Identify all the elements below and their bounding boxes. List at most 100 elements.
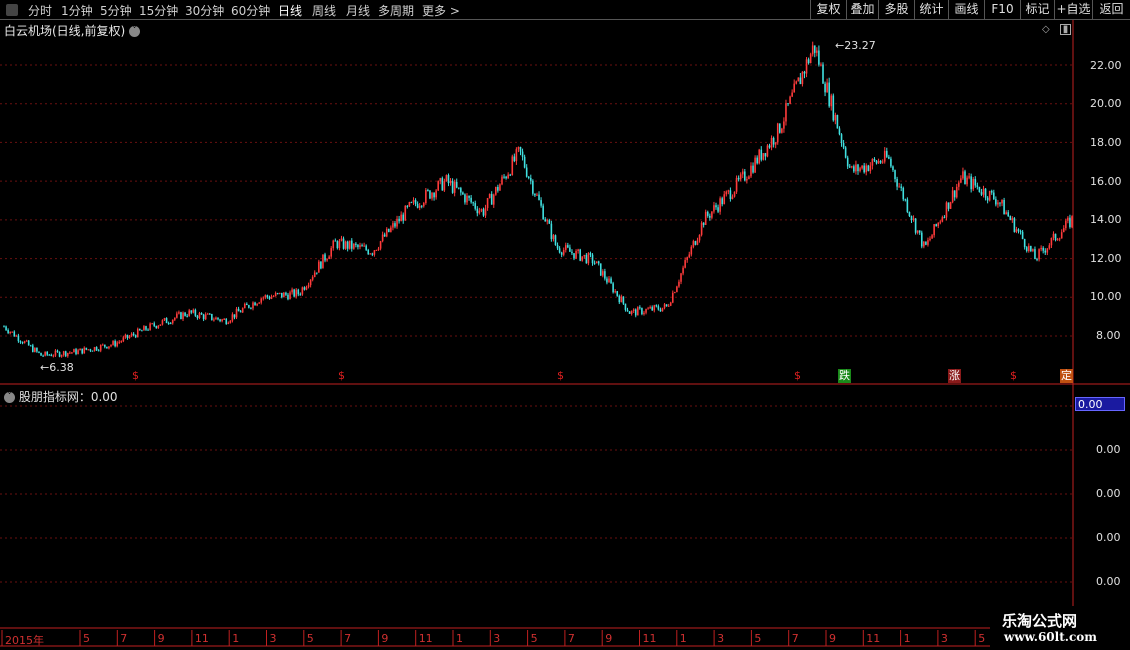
menu-circle-icon[interactable] — [6, 4, 18, 16]
y-tick-18: 18.00 — [1090, 136, 1122, 149]
tab-multi-period[interactable]: 多周期 — [378, 2, 414, 19]
stats-button[interactable]: 统计 — [914, 0, 948, 19]
candle-body — [400, 214, 402, 222]
candle-body — [449, 180, 452, 184]
tab-30min[interactable]: 30分钟 — [185, 2, 224, 19]
candle-body — [610, 278, 612, 284]
candle-body — [993, 192, 995, 200]
candle-body — [766, 145, 769, 157]
signal-rise-badge[interactable]: 涨 — [948, 369, 961, 383]
diamond-icon[interactable]: ◇ — [1042, 24, 1050, 35]
candle-body — [73, 349, 75, 353]
candle-body — [161, 320, 164, 325]
candle-body — [451, 180, 454, 193]
candle-body — [46, 351, 49, 355]
signal-marker[interactable]: $ — [794, 369, 801, 383]
candle-body — [239, 311, 242, 313]
candle-body — [834, 114, 837, 121]
candle-body — [268, 297, 271, 299]
candle-body — [1052, 233, 1055, 238]
candle-body — [309, 279, 312, 286]
signal-marker[interactable]: $ — [338, 369, 345, 383]
signal-fixed-badge[interactable]: 定 — [1060, 369, 1073, 383]
back-button[interactable]: 返回 — [1092, 0, 1130, 19]
signal-marker[interactable]: $ — [132, 369, 139, 383]
candle-body — [301, 287, 304, 295]
tab-5min[interactable]: 5分钟 — [100, 2, 132, 19]
candle-body — [163, 318, 166, 321]
signal-fall-badge[interactable]: 跌 — [838, 369, 851, 383]
overlay-button[interactable]: 叠加 — [846, 0, 878, 19]
tab-fenshi[interactable]: 分时 — [28, 2, 52, 19]
candle-body — [188, 310, 191, 317]
tab-60min[interactable]: 60分钟 — [231, 2, 270, 19]
candle-body — [661, 307, 664, 312]
candle-body — [651, 307, 654, 311]
candle-body — [320, 261, 322, 269]
candle-body — [429, 190, 431, 199]
candle-body — [575, 250, 577, 259]
x-tick-label: 3 — [717, 632, 725, 645]
candle-body — [241, 308, 244, 313]
candle-body — [709, 215, 711, 218]
candle-body — [686, 257, 688, 261]
candle-body — [122, 337, 125, 342]
candle-body — [628, 311, 631, 314]
candle-body — [433, 192, 435, 198]
candle-body — [1069, 217, 1071, 228]
candle-body — [322, 254, 324, 269]
x-tick-label: 11 — [194, 632, 209, 645]
chevron-down-icon[interactable]: ˅ — [129, 26, 141, 37]
candle-body — [729, 190, 732, 200]
panel-toggle-icon[interactable]: ▮ — [1060, 24, 1071, 35]
candle-body — [529, 178, 532, 181]
candle-body — [1013, 218, 1016, 233]
candle-body — [250, 307, 252, 309]
candle-body — [91, 350, 94, 352]
tab-more[interactable]: 更多 > — [422, 2, 460, 19]
tab-1min[interactable]: 1分钟 — [61, 2, 93, 19]
candle-body — [274, 293, 277, 297]
candle-body — [1027, 245, 1030, 252]
candle-body — [134, 335, 137, 338]
candle-body — [120, 341, 123, 343]
candle-body — [23, 341, 26, 344]
candle-body — [1036, 259, 1038, 261]
candle-body — [1025, 247, 1028, 252]
candle-body — [519, 146, 522, 152]
candle-body — [622, 296, 625, 304]
f10-button[interactable]: F10 — [984, 0, 1020, 19]
candle-body — [583, 254, 586, 257]
signal-marker[interactable]: $ — [1010, 369, 1017, 383]
chevron-down-icon[interactable]: ˅ — [4, 392, 15, 403]
candle-body — [289, 292, 291, 300]
candle-body — [867, 165, 870, 171]
tab-15min[interactable]: 15分钟 — [139, 2, 178, 19]
candle-body — [630, 310, 633, 314]
tab-daily[interactable]: 日线 — [278, 2, 302, 19]
candle-body — [186, 315, 188, 317]
candle-body — [795, 81, 798, 84]
candle-body — [556, 245, 559, 249]
candle-body — [40, 352, 42, 356]
candle-body — [698, 234, 701, 241]
add-favorite-button[interactable]: +自选 — [1054, 0, 1092, 19]
candle-body — [830, 95, 833, 107]
draw-line-button[interactable]: 画线 — [948, 0, 984, 19]
candle-body — [256, 303, 258, 306]
signal-marker[interactable]: $ — [557, 369, 564, 383]
candle-body — [665, 304, 668, 307]
candle-body — [980, 192, 983, 195]
multi-stock-button[interactable]: 多股 — [878, 0, 914, 19]
candle-body — [204, 314, 207, 320]
tab-weekly[interactable]: 周线 — [312, 2, 336, 19]
candle-body — [781, 128, 783, 133]
x-tick-label: 1 — [456, 632, 463, 645]
fuquan-button[interactable]: 复权 — [810, 0, 846, 19]
tab-monthly[interactable]: 月线 — [346, 2, 370, 19]
candle-body — [783, 121, 785, 129]
candle-body — [711, 211, 713, 218]
kline-chart[interactable] — [0, 0, 1130, 650]
candle-body — [612, 283, 614, 293]
mark-button[interactable]: 标记 — [1020, 0, 1054, 19]
